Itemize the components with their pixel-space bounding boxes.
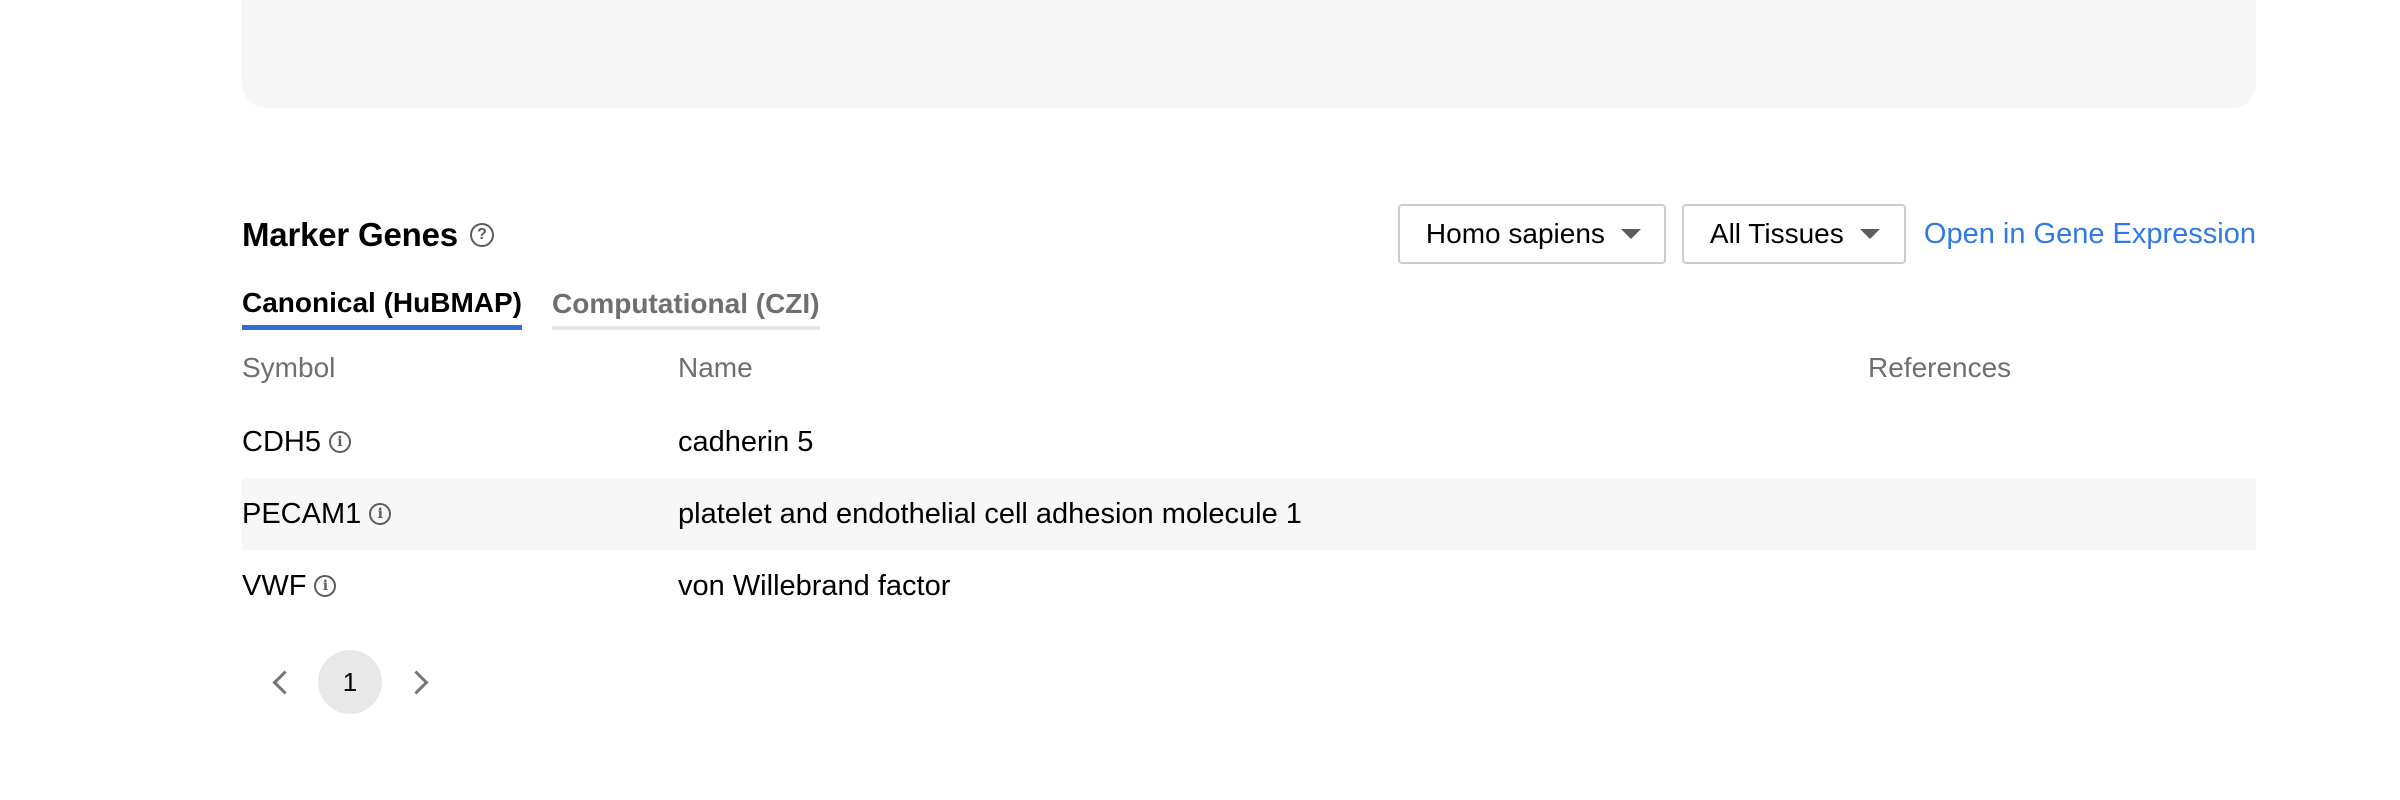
gene-symbol: CDH5 bbox=[242, 425, 321, 458]
table-row: CDH5 i cadherin 5 bbox=[242, 406, 2256, 478]
section-title-wrap: Marker Genes ? bbox=[242, 216, 494, 254]
caret-down-icon bbox=[1859, 229, 1880, 239]
species-dropdown-value: Homo sapiens bbox=[1425, 218, 1605, 249]
marker-genes-section: Marker Genes ? Homo sapiens All Tissues … bbox=[242, 200, 2256, 714]
section-title: Marker Genes bbox=[242, 216, 458, 253]
header-symbol: Symbol bbox=[242, 352, 336, 383]
header-references: References bbox=[1868, 352, 2012, 383]
page-number-button[interactable]: 1 bbox=[318, 650, 382, 714]
table-row: VWF i von Willebrand factor bbox=[242, 550, 2256, 622]
section-header: Marker Genes ? Homo sapiens All Tissues … bbox=[242, 200, 2256, 272]
symbol-cell: CDH5 i bbox=[242, 426, 678, 459]
info-icon[interactable]: i bbox=[328, 431, 351, 453]
symbol-cell: VWF i bbox=[242, 570, 678, 603]
pagination: 1 bbox=[266, 650, 2256, 714]
header-name: Name bbox=[678, 352, 753, 383]
gene-name: platelet and endothelial cell adhesion m… bbox=[678, 497, 1302, 530]
page: Marker Genes ? Homo sapiens All Tissues … bbox=[0, 0, 2400, 800]
gene-symbol: PECAM1 bbox=[242, 497, 362, 530]
gene-name: cadherin 5 bbox=[678, 425, 814, 458]
gene-name: von Willebrand factor bbox=[678, 569, 951, 602]
info-icon[interactable]: i bbox=[369, 503, 392, 525]
table-header: Symbol Name References bbox=[242, 330, 2256, 406]
symbol-cell: PECAM1 i bbox=[242, 498, 678, 531]
table-row: PECAM1 i platelet and endothelial cell a… bbox=[242, 478, 2256, 550]
chevron-right-icon[interactable] bbox=[403, 650, 434, 714]
marker-genes-table: Symbol Name References CDH5 i cadherin 5… bbox=[242, 330, 2256, 622]
filter-controls: Homo sapiens All Tissues Open in Gene Ex… bbox=[1397, 204, 2256, 264]
tissues-dropdown[interactable]: All Tissues bbox=[1681, 204, 1906, 264]
top-panel bbox=[242, 0, 2256, 108]
question-circle-icon[interactable]: ? bbox=[469, 223, 494, 247]
marker-tabs: Canonical (HuBMAP) Computational (CZI) bbox=[242, 272, 2256, 330]
open-in-gene-expression-link[interactable]: Open in Gene Expression bbox=[1924, 218, 2256, 251]
tab-computational[interactable]: Computational (CZI) bbox=[552, 288, 820, 330]
species-dropdown[interactable]: Homo sapiens bbox=[1397, 204, 1666, 264]
gene-symbol: VWF bbox=[242, 569, 307, 602]
tab-canonical[interactable]: Canonical (HuBMAP) bbox=[242, 287, 522, 330]
caret-down-icon bbox=[1620, 229, 1641, 239]
chevron-left-icon[interactable] bbox=[266, 650, 297, 714]
info-icon[interactable]: i bbox=[314, 575, 337, 597]
tissues-dropdown-value: All Tissues bbox=[1709, 218, 1844, 249]
